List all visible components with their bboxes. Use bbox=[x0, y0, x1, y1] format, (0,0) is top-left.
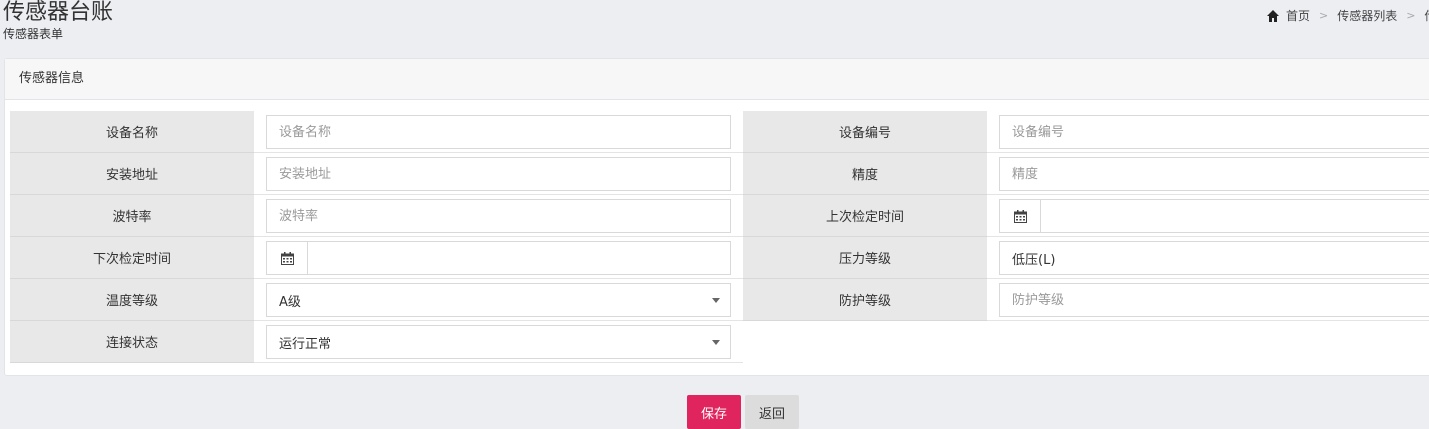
install-address-cell bbox=[254, 153, 743, 195]
device-code-label: 设备编号 bbox=[743, 111, 987, 153]
last-check-cell bbox=[987, 195, 1429, 237]
breadcrumb: 首页 > 传感器列表 > 传 bbox=[1266, 8, 1429, 24]
temp-level-value: A级 bbox=[279, 294, 301, 310]
pressure-level-field[interactable]: 低压(L) bbox=[999, 241, 1429, 275]
precision-label: 精度 bbox=[743, 153, 987, 195]
device-code-input[interactable] bbox=[999, 115, 1429, 149]
connection-cell: 运行正常 bbox=[254, 321, 743, 363]
next-check-label: 下次检定时间 bbox=[10, 237, 254, 279]
page-title: 传感器台账 bbox=[3, 0, 114, 25]
next-check-date-picker bbox=[266, 241, 731, 275]
connection-select[interactable]: 运行正常 bbox=[266, 325, 731, 359]
protection-level-input[interactable] bbox=[999, 283, 1429, 317]
save-button[interactable]: 保存 bbox=[687, 395, 741, 429]
sensor-info-panel: 传感器信息 设备名称 设备编号 安装地址 精度 波特率 bbox=[4, 58, 1429, 376]
panel-heading: 传感器信息 bbox=[5, 59, 1429, 100]
protection-level-label: 防护等级 bbox=[743, 279, 987, 321]
back-button[interactable]: 返回 bbox=[745, 395, 799, 429]
install-address-label: 安装地址 bbox=[10, 153, 254, 195]
baud-rate-label: 波特率 bbox=[10, 195, 254, 237]
temp-level-label: 温度等级 bbox=[10, 279, 254, 321]
breadcrumb-home-link[interactable]: 首页 bbox=[1286, 8, 1310, 24]
baud-rate-cell bbox=[254, 195, 743, 237]
temp-level-cell: A级 bbox=[254, 279, 743, 321]
next-check-cell bbox=[254, 237, 743, 279]
next-check-input[interactable] bbox=[308, 242, 730, 274]
last-check-date-picker bbox=[999, 199, 1429, 233]
calendar-icon[interactable] bbox=[267, 242, 308, 274]
device-code-cell bbox=[987, 111, 1429, 153]
breadcrumb-separator: > bbox=[1319, 9, 1329, 22]
breadcrumb-current: 传 bbox=[1424, 8, 1429, 24]
last-check-label: 上次检定时间 bbox=[743, 195, 987, 237]
breadcrumb-separator: > bbox=[1406, 9, 1416, 22]
device-name-label: 设备名称 bbox=[10, 111, 254, 153]
last-check-input[interactable] bbox=[1041, 200, 1429, 232]
connection-label: 连接状态 bbox=[10, 321, 254, 363]
page-subtitle: 传感器表单 bbox=[3, 27, 64, 41]
pressure-level-label: 压力等级 bbox=[743, 237, 987, 279]
calendar-icon[interactable] bbox=[1000, 200, 1041, 232]
device-name-cell bbox=[254, 111, 743, 153]
breadcrumb-list-link[interactable]: 传感器列表 bbox=[1337, 8, 1397, 24]
chevron-down-icon bbox=[712, 339, 720, 345]
baud-rate-input[interactable] bbox=[266, 199, 731, 233]
protection-level-cell bbox=[987, 279, 1429, 321]
chevron-down-icon bbox=[712, 297, 720, 303]
home-icon[interactable] bbox=[1266, 9, 1280, 23]
temp-level-select[interactable]: A级 bbox=[266, 283, 731, 317]
precision-input[interactable] bbox=[999, 157, 1429, 191]
pressure-level-cell: 低压(L) bbox=[987, 237, 1429, 279]
install-address-input[interactable] bbox=[266, 157, 731, 191]
connection-value: 运行正常 bbox=[279, 336, 332, 352]
precision-cell bbox=[987, 153, 1429, 195]
device-name-input[interactable] bbox=[266, 115, 731, 149]
